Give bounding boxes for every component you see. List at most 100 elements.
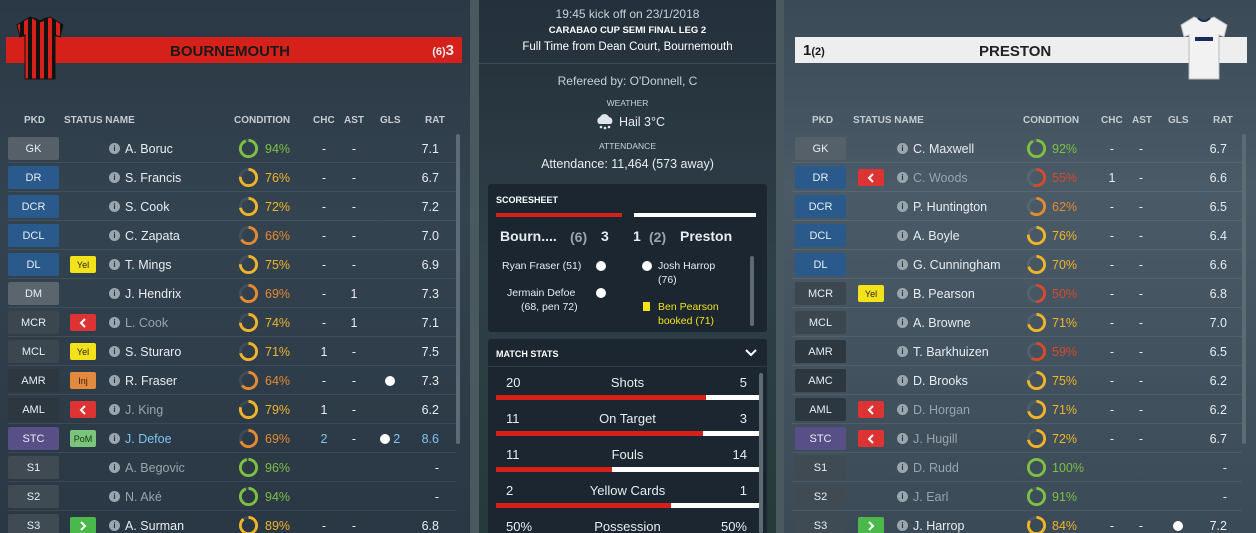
position-badge[interactable]: S3 [8, 514, 59, 533]
goal-event[interactable]: Ryan Fraser (51) [502, 260, 581, 272]
home-player-row[interactable]: DCL i C. Zapata 66% - - 7.0 [0, 221, 470, 250]
competition-name[interactable]: CARABAO CUP SEMI FINAL LEG 2 [479, 25, 776, 36]
info-icon[interactable]: i [897, 433, 908, 444]
info-icon[interactable]: i [109, 491, 120, 502]
position-badge[interactable]: AML [8, 398, 59, 421]
position-badge[interactable]: DCL [795, 224, 846, 247]
player-name[interactable]: J. Hendrix [125, 287, 181, 301]
player-name[interactable]: C. Maxwell [913, 142, 974, 156]
player-name[interactable]: T. Barkhuizen [913, 345, 989, 359]
referee[interactable]: Refereed by: O'Donnell, C [479, 74, 776, 88]
away-player-row[interactable]: AML i D. Horgan 71% - - 6.2 [784, 395, 1256, 424]
info-icon[interactable]: i [109, 259, 120, 270]
player-name[interactable]: G. Cunningham [913, 258, 1001, 272]
player-name[interactable]: C. Woods [913, 171, 968, 185]
away-list-scrollbar[interactable] [1242, 134, 1246, 444]
info-icon[interactable]: i [897, 143, 908, 154]
player-name[interactable]: A. Surman [125, 519, 184, 533]
position-badge[interactable]: DL [8, 253, 59, 276]
position-badge[interactable]: DCR [8, 195, 59, 218]
info-icon[interactable]: i [109, 433, 120, 444]
home-player-row[interactable]: DL Yel i T. Mings 75% - - 6.9 [0, 250, 470, 279]
home-list-scrollbar[interactable] [456, 134, 460, 444]
away-player-row[interactable]: MCR Yel i B. Pearson 50% - - 6.8 [784, 279, 1256, 308]
away-header-pkd[interactable]: PKD [812, 115, 833, 127]
home-player-row[interactable]: STC PoM i J. Defoe 69% 2 - 2 8.6 [0, 424, 470, 453]
home-header-status-name[interactable]: STATUS NAME [64, 115, 135, 127]
player-name[interactable]: J. Defoe [125, 432, 172, 446]
stat-row[interactable]: 20 Shots 5 [496, 373, 759, 409]
position-badge[interactable]: S2 [795, 485, 846, 508]
player-name[interactable]: N. Aké [125, 490, 162, 504]
away-header-rat[interactable]: RAT [1213, 115, 1233, 127]
position-badge[interactable]: DCR [795, 195, 846, 218]
player-name[interactable]: C. Zapata [125, 229, 180, 243]
position-badge[interactable]: AMR [8, 369, 59, 392]
player-name[interactable]: J. Earl [913, 490, 948, 504]
player-name[interactable]: A. Boruc [125, 142, 173, 156]
info-icon[interactable]: i [109, 172, 120, 183]
home-team-name[interactable]: BOURNEMOUTH [170, 43, 290, 60]
player-name[interactable]: L. Cook [125, 316, 168, 330]
info-icon[interactable]: i [109, 462, 120, 473]
player-name[interactable]: A. Begovic [125, 461, 185, 475]
info-icon[interactable]: i [897, 201, 908, 212]
info-icon[interactable]: i [109, 346, 120, 357]
position-badge[interactable]: S1 [795, 456, 846, 479]
player-name[interactable]: J. Hugill [913, 432, 957, 446]
info-icon[interactable]: i [897, 520, 908, 531]
stat-row[interactable]: 11 On Target 3 [496, 409, 759, 445]
home-player-row[interactable]: S2 i N. Aké 94% - [0, 482, 470, 511]
away-player-row[interactable]: S2 i J. Earl 91% - [784, 482, 1256, 511]
info-icon[interactable]: i [897, 172, 908, 183]
info-icon[interactable]: i [897, 230, 908, 241]
away-player-row[interactable]: MCL i A. Browne 71% - - 7.0 [784, 308, 1256, 337]
info-icon[interactable]: i [897, 259, 908, 270]
info-icon[interactable]: i [109, 375, 120, 386]
match-stats-scrollbar[interactable] [759, 373, 763, 533]
home-header-gls[interactable]: GLS [380, 115, 401, 127]
goal-event[interactable]: Jermain Defoe [507, 287, 575, 299]
position-badge[interactable]: AMC [795, 369, 846, 392]
player-name[interactable]: R. Fraser [125, 374, 177, 388]
away-player-row[interactable]: DL i G. Cunningham 70% - - 6.6 [784, 250, 1256, 279]
player-name[interactable]: S. Francis [125, 171, 181, 185]
away-player-row[interactable]: GK i C. Maxwell 92% - - 6.7 [784, 134, 1256, 163]
position-badge[interactable]: S2 [8, 485, 59, 508]
away-player-row[interactable]: DCL i A. Boyle 76% - - 6.4 [784, 221, 1256, 250]
info-icon[interactable]: i [897, 404, 908, 415]
player-name[interactable]: J. King [125, 403, 163, 417]
home-player-row[interactable]: AML i J. King 79% 1 - 6.2 [0, 395, 470, 424]
away-player-row[interactable]: AMR i T. Barkhuizen 59% - - 6.5 [784, 337, 1256, 366]
position-badge[interactable]: MCL [795, 311, 846, 334]
player-name[interactable]: J. Harrop [913, 519, 964, 533]
info-icon[interactable]: i [109, 317, 120, 328]
away-header-condition[interactable]: CONDITION [1023, 115, 1079, 127]
away-player-row[interactable]: STC i J. Hugill 72% - - 6.7 [784, 424, 1256, 453]
away-header-chc[interactable]: CHC [1101, 115, 1123, 127]
player-name[interactable]: D. Horgan [913, 403, 970, 417]
home-player-row[interactable]: DM i J. Hendrix 69% - 1 7.3 [0, 279, 470, 308]
home-player-row[interactable]: S1 i A. Begovic 96% - [0, 453, 470, 482]
player-name[interactable]: A. Boyle [913, 229, 960, 243]
position-badge[interactable]: MCR [8, 311, 59, 334]
player-name[interactable]: D. Brooks [913, 374, 968, 388]
position-badge[interactable]: DR [8, 166, 59, 189]
info-icon[interactable]: i [109, 288, 120, 299]
home-player-row[interactable]: GK i A. Boruc 94% - - 7.1 [0, 134, 470, 163]
info-icon[interactable]: i [109, 230, 120, 241]
stat-row[interactable]: 11 Fouls 14 [496, 445, 759, 481]
info-icon[interactable]: i [897, 288, 908, 299]
booking-event[interactable]: Ben Pearson [658, 301, 719, 313]
player-name[interactable]: T. Mings [125, 258, 172, 272]
info-icon[interactable]: i [897, 375, 908, 386]
position-badge[interactable]: GK [8, 137, 59, 160]
info-icon[interactable]: i [109, 143, 120, 154]
position-badge[interactable]: STC [8, 427, 59, 450]
home-player-row[interactable]: S3 i A. Surman 89% - - 6.8 [0, 511, 470, 533]
player-name[interactable]: D. Rudd [913, 461, 959, 475]
home-header-pkd[interactable]: PKD [24, 115, 45, 127]
away-player-row[interactable]: DR i C. Woods 55% 1 - 6.6 [784, 163, 1256, 192]
away-header-ast[interactable]: AST [1132, 115, 1152, 127]
home-player-row[interactable]: MCL Yel i S. Sturaro 71% 1 - 7.5 [0, 337, 470, 366]
